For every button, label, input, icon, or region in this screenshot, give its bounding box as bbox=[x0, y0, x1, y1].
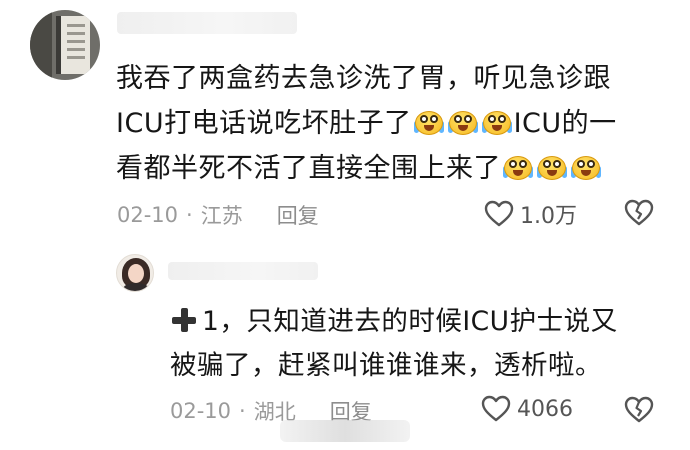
reply-like-count: 4066 bbox=[517, 396, 573, 422]
comment-line-3-text: 看都半死不活了直接全围上来了 bbox=[116, 153, 501, 184]
meta-separator: · bbox=[239, 399, 246, 423]
reply-button[interactable]: 回复 bbox=[277, 200, 319, 230]
reply-date: 02-10 bbox=[170, 399, 232, 423]
commenter-avatar[interactable] bbox=[30, 10, 100, 80]
meta-separator: · bbox=[186, 203, 193, 227]
avatar-photo-door bbox=[56, 16, 90, 74]
heavy-plus-icon bbox=[170, 306, 198, 334]
comment-line-3: 看都半死不活了直接全围上来了 bbox=[116, 146, 617, 191]
reply-body: 1，只知道进去的时候ICU护士说又 被骗了，赶紧叫谁谁谁来，透析啦。 bbox=[170, 300, 618, 388]
comment-location: 江苏 bbox=[200, 204, 243, 228]
comment-line-2: ICU打电话说吃坏肚子了 ICU的一 bbox=[116, 101, 617, 146]
crying-laughing-emoji-icon bbox=[413, 109, 445, 136]
comment-body: 我吞了两盒药去急诊洗了胃，听见急诊跟 ICU打电话说吃坏肚子了 ICU的一 看都半… bbox=[116, 56, 617, 191]
heart-outline-icon bbox=[481, 395, 511, 422]
replier-username-blurred[interactable] bbox=[168, 262, 318, 280]
reply-line-1: 1，只知道进去的时候ICU护士说又 bbox=[170, 300, 618, 344]
crying-laughing-emoji-icon bbox=[481, 109, 513, 136]
reply-like-button[interactable]: 4066 bbox=[481, 395, 573, 423]
comment-meta: 02-10 · 江苏 回复 bbox=[117, 200, 319, 230]
avatar-photo-edge bbox=[30, 10, 52, 80]
comment-date: 02-10 bbox=[117, 203, 179, 227]
heart-outline-icon bbox=[484, 200, 514, 227]
crying-laughing-emoji-icon bbox=[536, 154, 568, 181]
broken-heart-icon[interactable] bbox=[624, 199, 654, 227]
comment-line-1: 我吞了两盒药去急诊洗了胃，听见急诊跟 bbox=[116, 63, 611, 94]
reply-line-2: 被骗了，赶紧叫谁谁谁来，透析啦。 bbox=[170, 350, 602, 381]
like-count: 1.0万 bbox=[520, 204, 577, 229]
crying-laughing-emoji-icon bbox=[447, 109, 479, 136]
replier-avatar[interactable] bbox=[116, 254, 154, 292]
like-button[interactable]: 1.0万 bbox=[484, 198, 577, 230]
crying-laughing-emoji-icon bbox=[570, 154, 602, 181]
commenter-username-blurred[interactable] bbox=[117, 12, 297, 34]
broken-heart-icon[interactable] bbox=[624, 396, 654, 424]
comment-line-2-tail: ICU的一 bbox=[513, 108, 617, 139]
avatar-body bbox=[123, 283, 149, 291]
reply-line-1-text: 1，只知道进去的时候ICU护士说又 bbox=[202, 306, 618, 337]
watermark-blur bbox=[280, 420, 410, 442]
crying-laughing-emoji-icon bbox=[502, 154, 534, 181]
avatar-face bbox=[128, 264, 144, 283]
comment-line-2-text: ICU打电话说吃坏肚子了 bbox=[116, 108, 412, 139]
